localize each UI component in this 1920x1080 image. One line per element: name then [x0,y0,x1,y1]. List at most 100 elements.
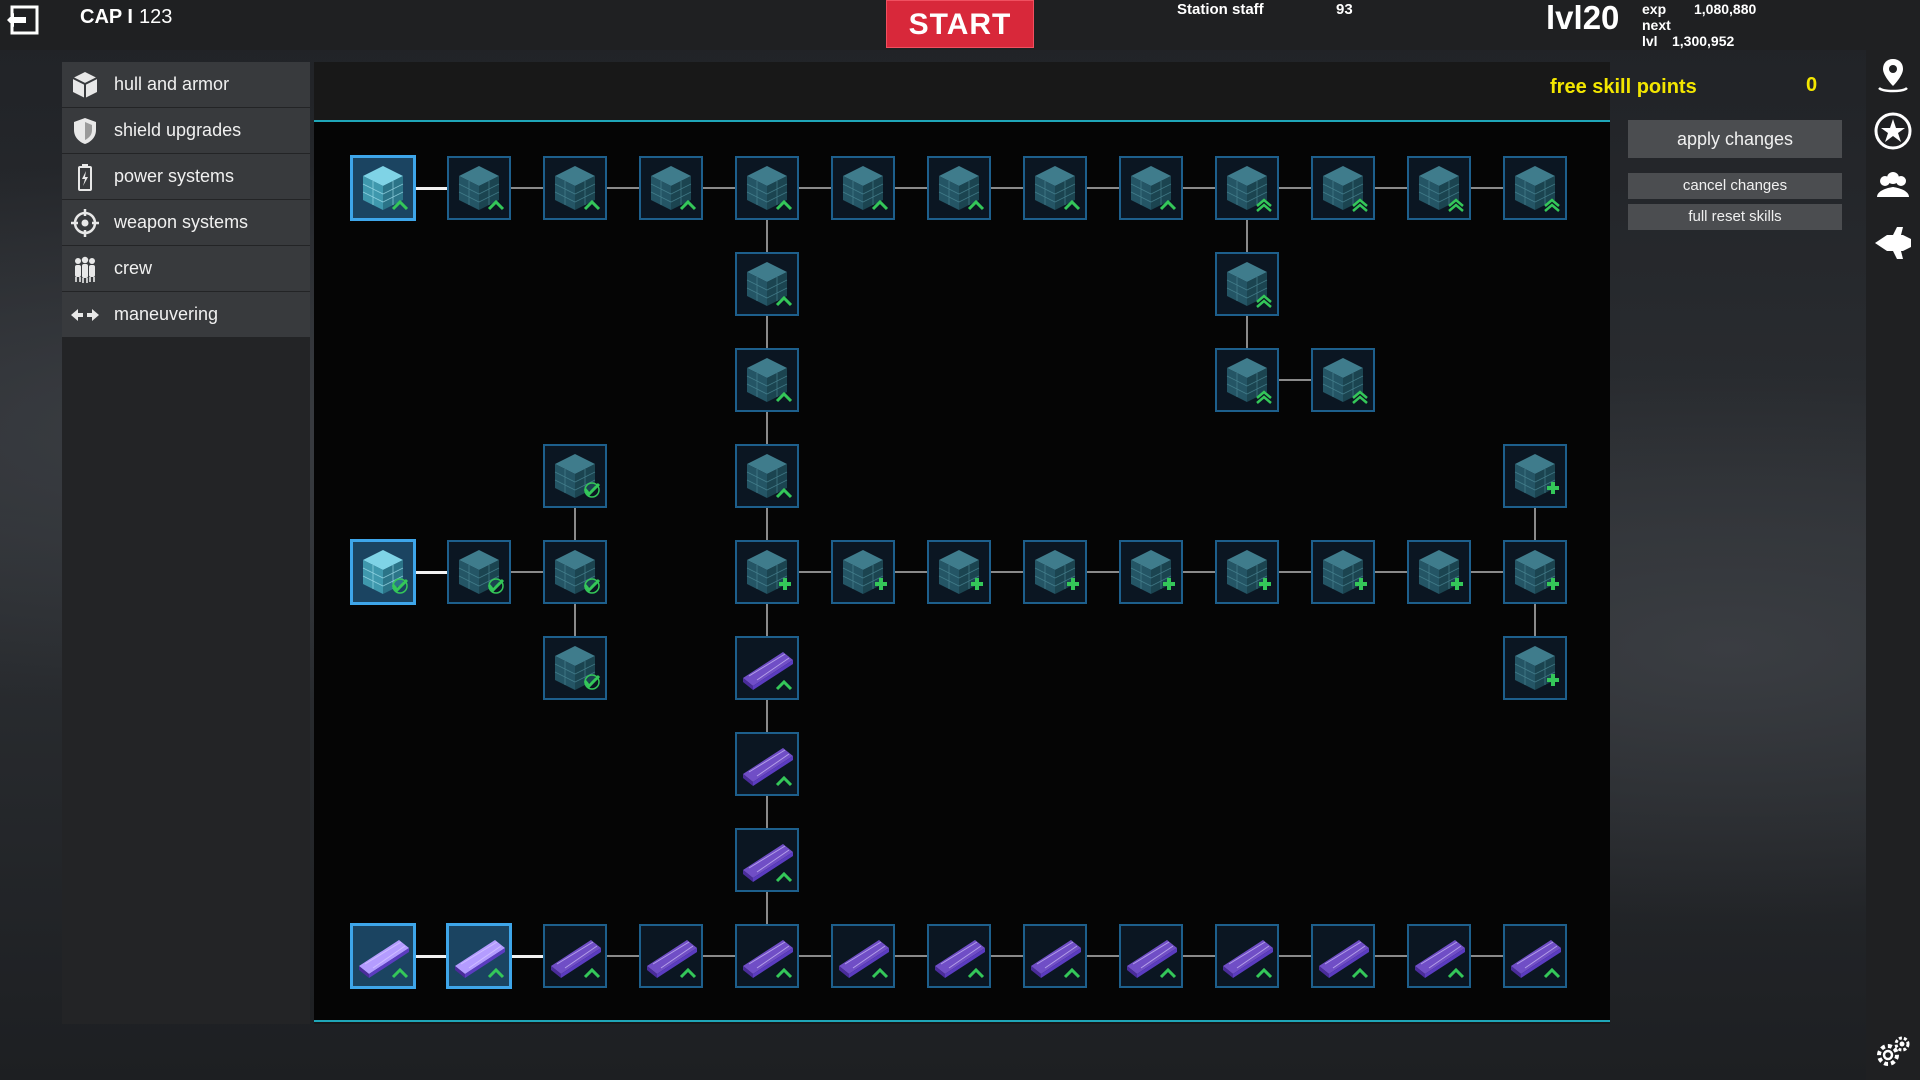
skill-node[interactable] [1311,156,1375,220]
hull-cube-icon [746,166,793,211]
skill-node[interactable] [1215,156,1279,220]
skill-node[interactable] [447,156,511,220]
apply-changes-button[interactable]: apply changes [1628,120,1842,158]
skill-node[interactable] [1503,444,1567,508]
skill-node[interactable] [446,923,512,989]
skill-node[interactable] [831,156,895,220]
category-maneuvering[interactable]: maneuvering [62,292,310,337]
player-level: lvl20 [1546,0,1620,36]
arrows-icon [70,300,100,330]
skill-node[interactable] [735,924,799,988]
skill-node[interactable] [1023,156,1087,220]
crosshair-icon [70,208,100,238]
hull-cube-icon [1130,166,1177,211]
skill-node[interactable] [735,156,799,220]
armor-plate-icon [743,748,793,787]
settings-button[interactable] [1870,1030,1916,1076]
skill-node[interactable] [1023,540,1087,604]
skill-node[interactable] [831,924,895,988]
armor-plate-icon [743,652,793,691]
hull-cube-icon [1418,166,1464,212]
start-button[interactable]: START [886,0,1034,48]
skill-node[interactable] [831,540,895,604]
skill-node[interactable] [927,924,991,988]
skill-node[interactable] [1215,540,1279,604]
hull-cube-icon [746,262,793,307]
skill-node[interactable] [1503,636,1567,700]
armor-plate-icon [743,844,793,883]
armor-plate-icon [551,940,601,979]
skill-node[interactable] [639,156,703,220]
ship-button[interactable] [1870,220,1916,266]
armor-plate-icon [1127,940,1177,979]
skill-node[interactable] [927,540,991,604]
star-icon [1874,112,1912,150]
skill-node[interactable] [927,156,991,220]
skill-node[interactable] [735,828,799,892]
category-crew[interactable]: crew [62,246,310,291]
skill-node[interactable] [543,924,607,988]
right-toolbar [1866,50,1920,1080]
skill-node[interactable] [350,539,416,605]
full-reset-skills-button[interactable]: full reset skills [1628,204,1842,230]
skill-node[interactable] [543,636,607,700]
hull-cube-icon [554,166,601,211]
hull-cube-icon [554,550,601,594]
skill-node[interactable] [1311,540,1375,604]
armor-plate-icon [1415,940,1465,979]
skill-node[interactable] [1503,156,1567,220]
skill-node[interactable] [1311,348,1375,412]
hull-cube-icon [362,550,409,594]
skill-node[interactable] [1215,348,1279,412]
skill-node[interactable] [735,540,799,604]
exp-label: exp [1642,1,1667,17]
skill-node[interactable] [1503,924,1567,988]
next-level-value: 1,300,952 [1672,33,1735,49]
category-label: weapon systems [114,212,249,232]
favorites-button[interactable] [1870,108,1916,154]
skill-node[interactable] [350,923,416,989]
armor-plate-icon [743,940,793,979]
skill-node[interactable] [1215,924,1279,988]
skill-category-list: hull and armor shield upgrades power sys… [62,62,310,1024]
skill-node[interactable] [1023,924,1087,988]
category-label: maneuvering [114,304,219,324]
category-shield-upgrades[interactable]: shield upgrades [62,108,310,153]
category-weapon-systems[interactable]: weapon systems [62,200,310,245]
skill-node[interactable] [543,540,607,604]
crew-button[interactable] [1870,164,1916,210]
skill-node[interactable] [1119,156,1183,220]
crew-icon [70,254,100,284]
skill-node[interactable] [447,540,511,604]
skill-node[interactable] [543,444,607,508]
skill-node[interactable] [1119,540,1183,604]
skill-node[interactable] [1407,540,1471,604]
skill-node[interactable] [735,348,799,412]
skill-node[interactable] [543,156,607,220]
exit-button[interactable] [2,4,40,36]
armor-plate-icon [359,940,409,979]
hull-cube-icon [554,454,601,498]
hull-cube-icon [1034,550,1079,594]
skill-node[interactable] [1407,156,1471,220]
skill-node[interactable] [735,732,799,796]
map-pin-icon [1878,59,1908,93]
skill-node[interactable] [639,924,703,988]
skill-node[interactable] [735,444,799,508]
map-button[interactable] [1870,52,1916,98]
category-power-systems[interactable]: power systems [62,154,310,199]
armor-plate-icon [1031,940,1081,979]
category-label: crew [114,258,153,278]
skill-node[interactable] [1407,924,1471,988]
skill-node[interactable] [1503,540,1567,604]
category-hull-and-armor[interactable]: hull and armor [62,62,310,107]
cancel-changes-button[interactable]: cancel changes [1628,173,1842,199]
skill-node[interactable] [735,636,799,700]
armor-plate-icon [839,940,889,979]
hull-cube-icon [1226,166,1272,212]
skill-node[interactable] [1215,252,1279,316]
skill-node[interactable] [1119,924,1183,988]
skill-node[interactable] [350,155,416,221]
skill-node[interactable] [1311,924,1375,988]
skill-node[interactable] [735,252,799,316]
